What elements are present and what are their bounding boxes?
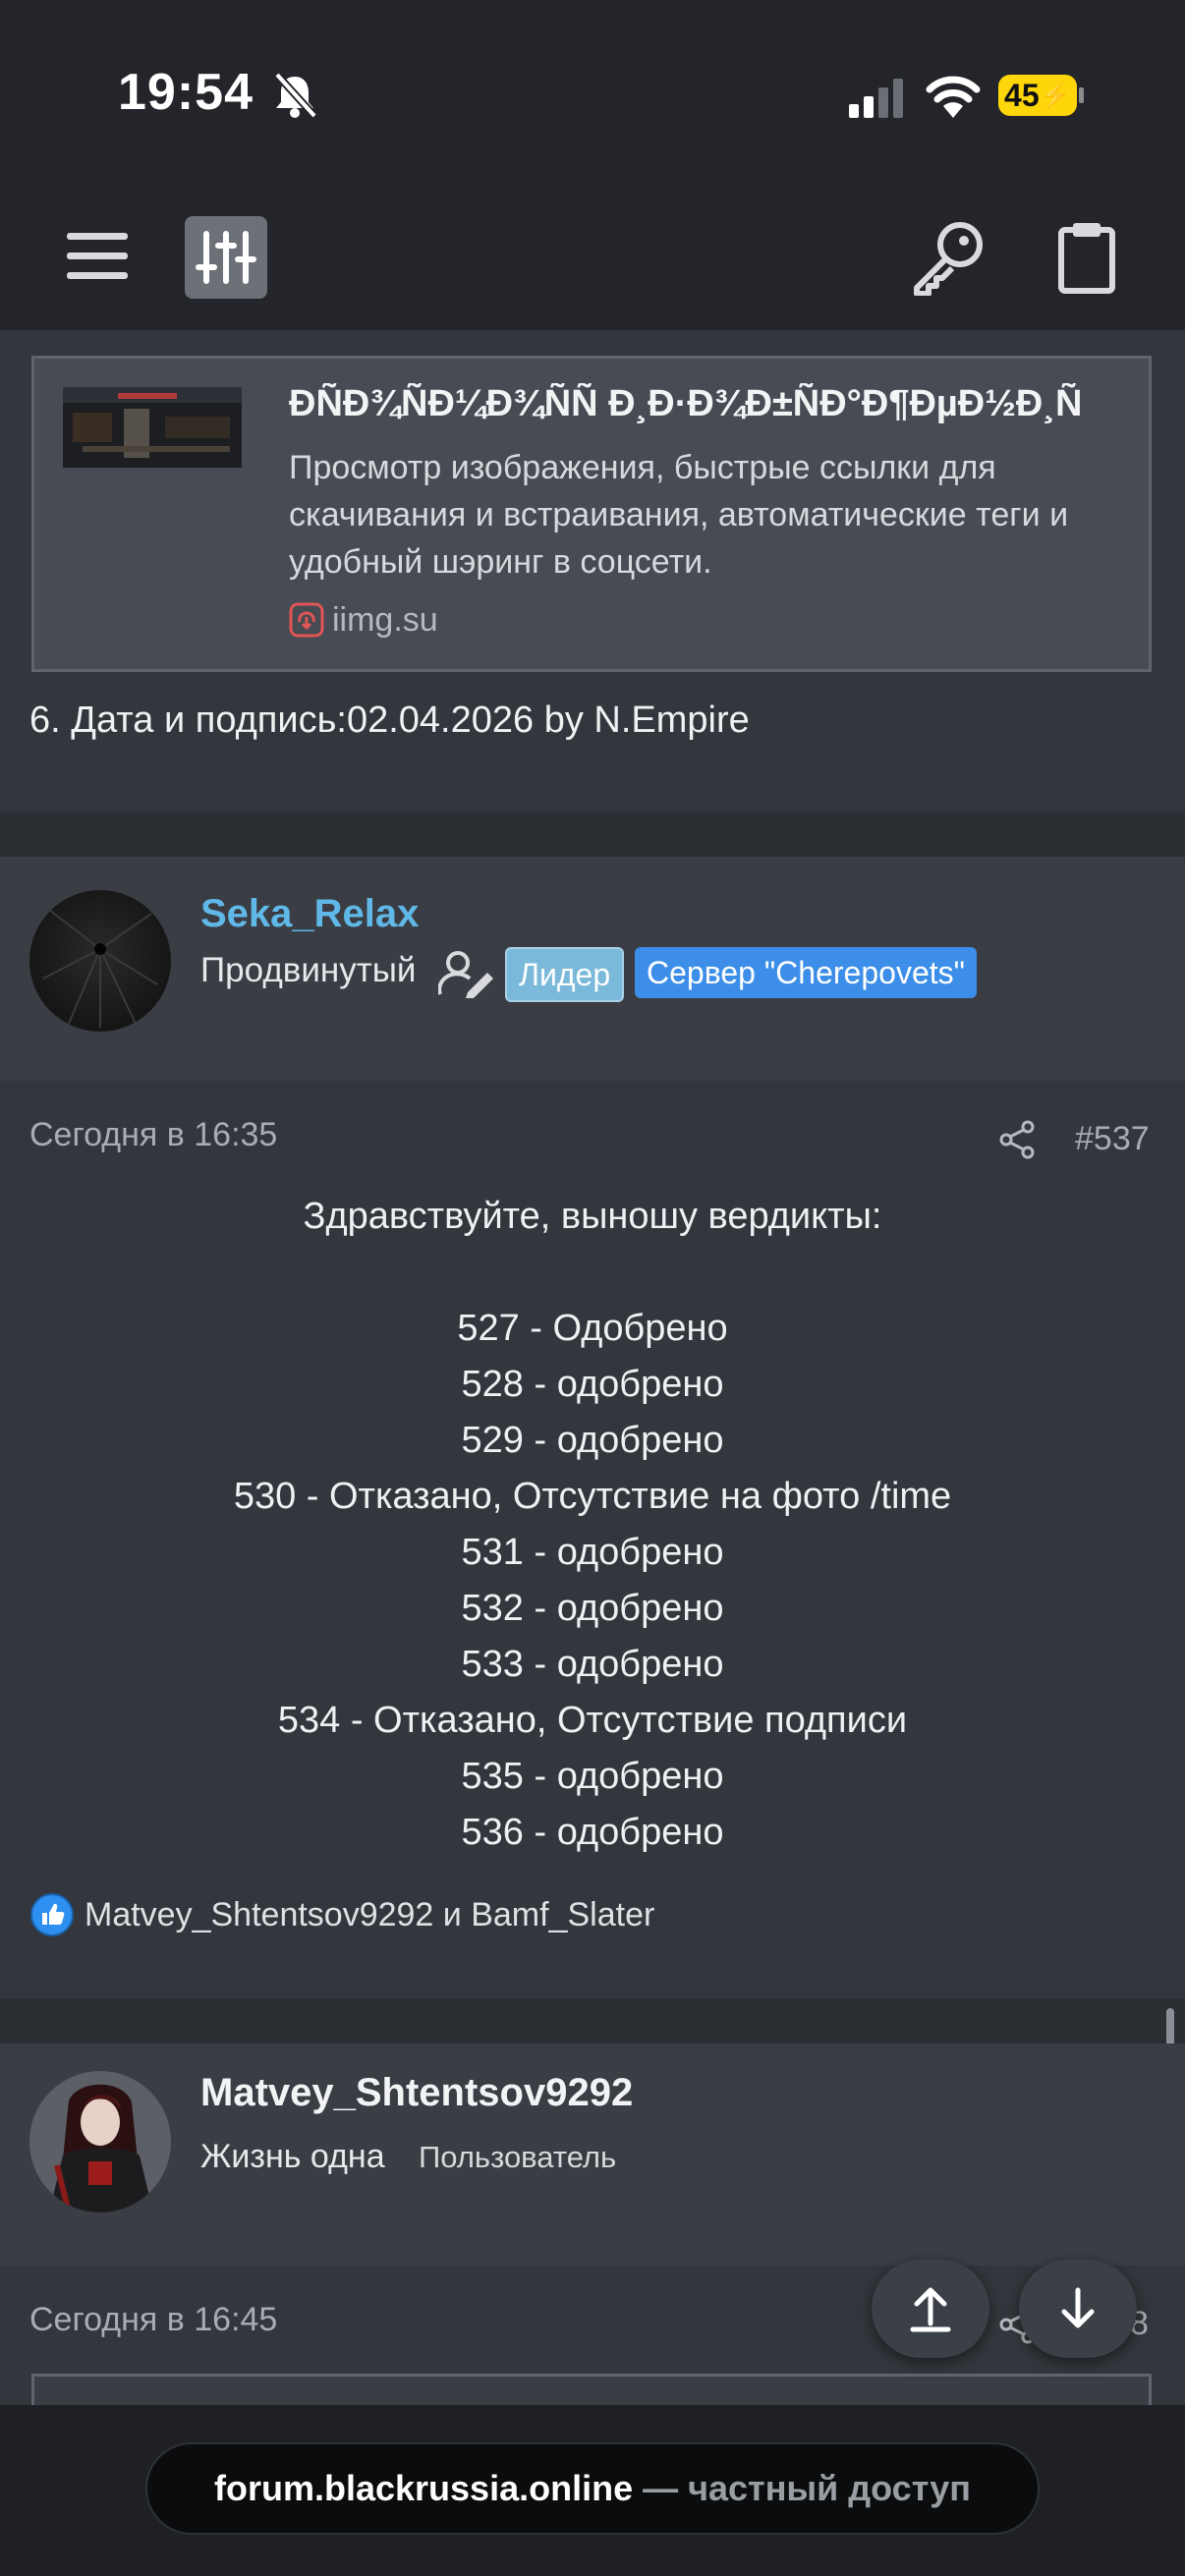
silent-bell-icon bbox=[274, 72, 317, 119]
status-time: 19:54 bbox=[118, 64, 254, 121]
menu-button[interactable] bbox=[59, 218, 136, 295]
avatar[interactable] bbox=[29, 890, 171, 1032]
address-suffix: — частный доступ bbox=[633, 2468, 971, 2508]
clipboard-button[interactable] bbox=[1045, 214, 1128, 301]
verdict-line: 533 - одобрено bbox=[461, 1644, 724, 1685]
post-separator bbox=[0, 812, 1185, 857]
key-icon bbox=[914, 222, 983, 296]
cellular-signal-icon bbox=[849, 79, 903, 118]
address-domain: forum.blackrussia.online bbox=[213, 2468, 634, 2508]
arrow-down-icon bbox=[1061, 2287, 1095, 2328]
username-link[interactable]: Matvey_Shtentsov9292 bbox=[200, 2071, 633, 2115]
battery-level: 45 bbox=[1004, 77, 1040, 113]
verdict-line: 528 - одобрено bbox=[461, 1364, 724, 1405]
battery-indicator: 45 ⚡ bbox=[998, 75, 1077, 116]
charging-bolt-icon: ⚡ bbox=[1039, 80, 1071, 110]
user-edit-icon bbox=[438, 951, 493, 998]
post-time[interactable]: Сегодня в 16:35 bbox=[29, 1116, 277, 1154]
post-body: Здравствуйте, выношу вердикты: 527 - Одо… bbox=[0, 1189, 1185, 1861]
verdict-line: 527 - Одобрено bbox=[457, 1308, 728, 1349]
scroll-to-top-button[interactable] bbox=[872, 2260, 989, 2358]
site-favicon-icon bbox=[289, 602, 324, 638]
verdict-line: 534 - Отказано, Отсутствие подписи bbox=[277, 1700, 908, 1741]
share-icon[interactable] bbox=[998, 1120, 1036, 1159]
leader-badge: Лидер bbox=[505, 947, 625, 1002]
battery-cap bbox=[1079, 87, 1084, 103]
post-538: Сегодня в 16:45 8 bbox=[0, 2266, 1185, 2413]
reactions-row[interactable]: Matvey_Shtentsov9292 и Bamf_Slater bbox=[29, 1892, 654, 1937]
scroll-to-bottom-button[interactable] bbox=[1019, 2260, 1137, 2358]
reactions-users[interactable]: Matvey_Shtentsov9292 и Bamf_Slater bbox=[85, 1896, 654, 1934]
wifi-icon bbox=[926, 76, 981, 118]
embed-thumbnail bbox=[63, 387, 242, 468]
post-greeting: Здравствуйте, выношу вердикты: bbox=[303, 1196, 882, 1237]
clipboard-icon bbox=[1058, 223, 1115, 294]
embed-description: Просмотр изображения, быстрые ссылки для… bbox=[289, 449, 1069, 581]
post-separator bbox=[0, 1998, 1185, 2044]
hamburger-icon bbox=[67, 233, 128, 279]
sliders-icon bbox=[196, 231, 256, 284]
verdict-line: 536 - одобрено bbox=[461, 1812, 724, 1853]
user-block-seka: Seka_Relax Продвинутый Лидер Сервер "Che… bbox=[0, 857, 1185, 1083]
verdict-line: 532 - одобрено bbox=[461, 1588, 724, 1629]
username-link[interactable]: Seka_Relax bbox=[200, 892, 419, 936]
verdict-line: 535 - одобрено bbox=[461, 1756, 724, 1797]
post-number[interactable]: #537 bbox=[1075, 1120, 1150, 1158]
verdict-line: 529 - одобрено bbox=[461, 1420, 724, 1461]
user-title: Жизнь одна bbox=[200, 2138, 385, 2175]
verdict-line: 530 - Отказано, Отсутствие на фото /time bbox=[233, 1476, 952, 1517]
embed-title[interactable]: ÐÑÐ¾ÑÐ¼Ð¾ÑÑ Ð¸Ð·Ð¾Ð±ÑÐ°Ð¶ÐµÐ½Ð¸Ñ bbox=[289, 383, 1124, 425]
address-bar[interactable]: forum.blackrussia.online — частный досту… bbox=[145, 2442, 1040, 2535]
like-reaction-icon bbox=[30, 1893, 74, 1936]
server-badge: Сервер "Cherepovets" bbox=[635, 947, 977, 998]
verdict-line: 531 - одобрено bbox=[461, 1532, 724, 1573]
login-button[interactable] bbox=[904, 212, 992, 301]
signature-line: 6. Дата и подпись:02.04.2026 by N.Empire bbox=[29, 700, 750, 741]
app-header bbox=[0, 187, 1185, 336]
post-time[interactable]: Сегодня в 16:45 bbox=[29, 2301, 277, 2339]
user-role: Пользователь bbox=[419, 2140, 617, 2174]
user-title: Продвинутый bbox=[200, 951, 417, 989]
arrow-up-icon bbox=[910, 2287, 951, 2332]
filter-button[interactable] bbox=[185, 216, 267, 299]
embed-site[interactable]: iimg.su bbox=[289, 599, 438, 641]
status-bar: 19:54 45 ⚡ bbox=[0, 0, 1185, 187]
embed-site-name: iimg.su bbox=[332, 600, 438, 639]
avatar[interactable] bbox=[29, 2071, 171, 2212]
user-block-matvey: Matvey_Shtentsov9292 Жизнь одна Пользова… bbox=[0, 2044, 1185, 2268]
